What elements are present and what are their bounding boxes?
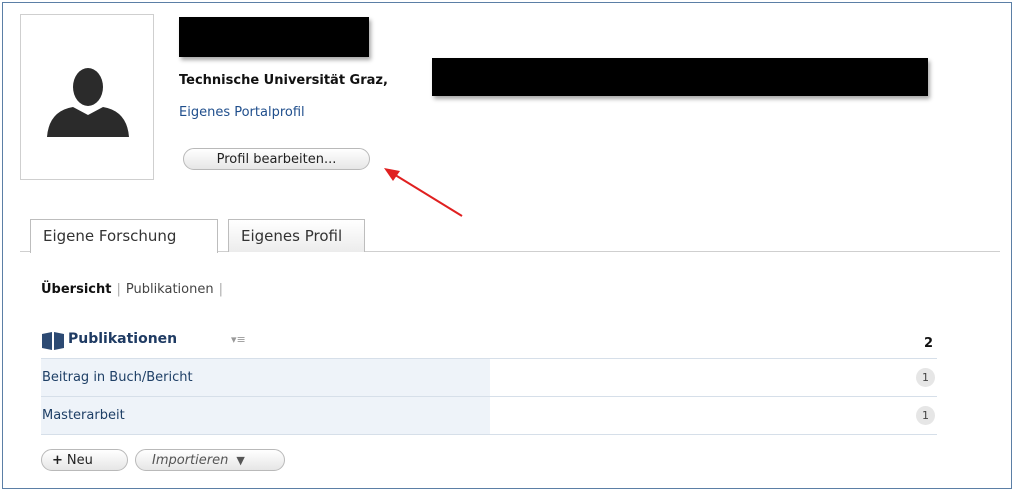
organization-text: Technische Universität Graz,	[179, 73, 388, 88]
plus-icon: +	[52, 453, 63, 468]
tab-eigene-forschung[interactable]: Eigene Forschung	[30, 219, 218, 253]
options-menu-icon[interactable]: ▾≡	[231, 333, 246, 346]
subnav-link-publications[interactable]: Publikationen	[126, 282, 214, 297]
import-button[interactable]: Importieren ▼	[135, 449, 285, 471]
redacted-affiliation	[432, 58, 928, 96]
row-label: Masterarbeit	[41, 397, 490, 434]
publications-total: 2	[923, 336, 933, 351]
table-row[interactable]: Beitrag in Buch/Bericht 1	[41, 358, 937, 396]
table-row[interactable]: Masterarbeit 1	[41, 396, 937, 435]
publications-title: Publikationen	[68, 331, 178, 347]
avatar	[20, 14, 154, 180]
redacted-name	[179, 17, 369, 57]
subnav-current-overview: Übersicht	[41, 282, 112, 297]
new-button-label: Neu	[66, 453, 93, 468]
subnav-separator: |	[218, 282, 223, 297]
row-count-badge: 1	[916, 368, 935, 387]
book-icon	[42, 332, 64, 350]
row-label: Beitrag in Buch/Bericht	[41, 359, 490, 396]
chevron-down-icon: ▼	[236, 454, 245, 467]
portal-profile-link[interactable]: Eigenes Portalprofil	[179, 105, 305, 120]
new-button[interactable]: + Neu	[41, 449, 128, 471]
subnav-separator: |	[116, 282, 121, 297]
edit-profile-button[interactable]: Profil bearbeiten...	[183, 148, 370, 170]
red-arrow-annotation-icon	[384, 168, 463, 217]
publications-header: Publikationen ▾≡ 2	[41, 330, 937, 354]
import-button-label: Importieren	[152, 453, 229, 468]
person-silhouette-icon	[47, 68, 129, 137]
row-count-badge: 1	[916, 406, 935, 425]
subnav: Übersicht | Publikationen |	[41, 282, 228, 297]
tab-eigenes-profil[interactable]: Eigenes Profil	[228, 219, 365, 252]
